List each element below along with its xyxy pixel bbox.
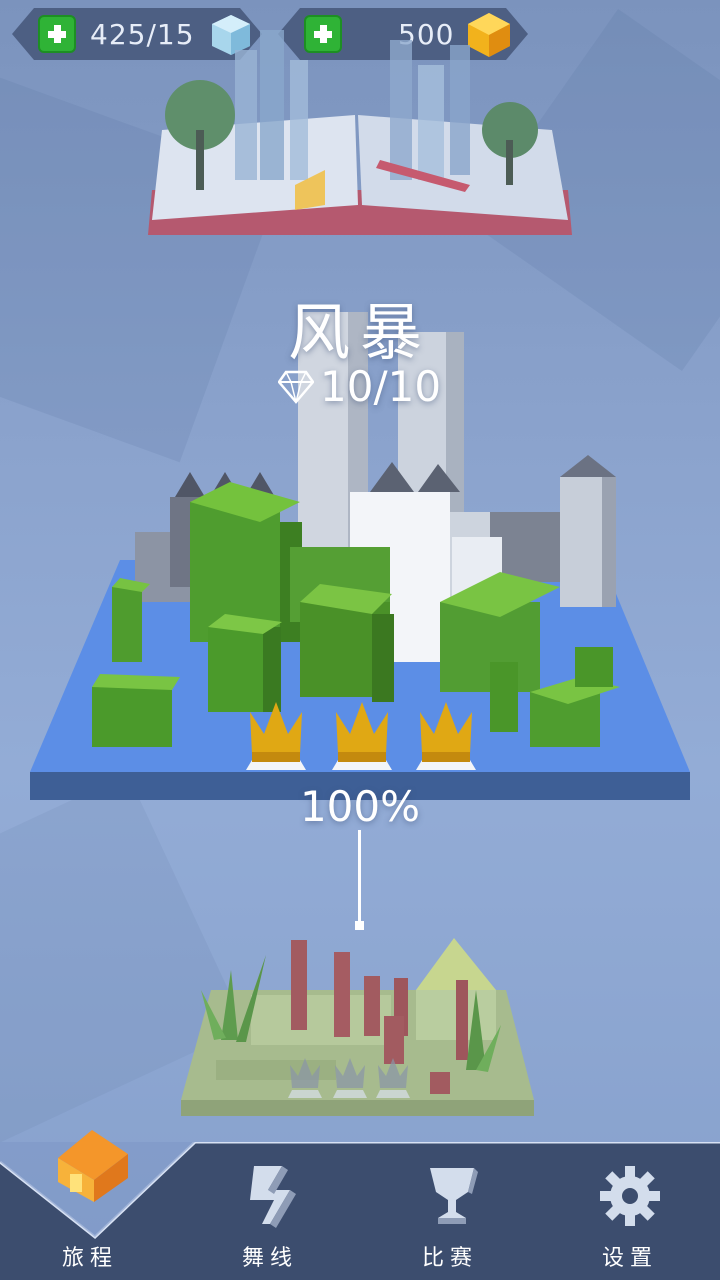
gem-count-text: 10/10 xyxy=(320,362,442,411)
nav-item-settings[interactable]: 设置 xyxy=(540,1142,720,1280)
add-energy-button[interactable] xyxy=(38,15,76,53)
bottom-navigation: 旅程 舞线 比赛 设置 xyxy=(0,1130,720,1280)
crown-icon xyxy=(416,702,476,770)
level-title: 风暴 xyxy=(287,296,432,369)
nav-item-journey[interactable]: 旅程 xyxy=(0,1130,180,1280)
level-crowns xyxy=(246,702,476,770)
nav-label-competition: 比赛 xyxy=(421,1246,478,1271)
nav-label-journey: 旅程 xyxy=(61,1246,118,1271)
nav-item-competition[interactable]: 比赛 xyxy=(360,1142,540,1280)
dancing-line-icon xyxy=(250,1166,296,1228)
nav-label-settings: 设置 xyxy=(601,1246,658,1271)
level-progress: 100% xyxy=(299,782,421,831)
previous-level-book[interactable] xyxy=(140,20,580,270)
nav-label-dancing-line: 舞线 xyxy=(241,1246,298,1271)
path-node xyxy=(355,921,364,930)
house-icon xyxy=(58,1130,128,1202)
gear-icon xyxy=(600,1166,660,1226)
gem-counter: 10/10 xyxy=(278,362,441,411)
crown-icon xyxy=(332,702,392,770)
diamond-icon xyxy=(278,370,314,404)
crown-icon xyxy=(246,702,306,770)
trophy-icon xyxy=(430,1168,478,1224)
nav-item-dancing-line[interactable]: 舞线 xyxy=(180,1142,360,1280)
next-level-island[interactable] xyxy=(176,930,546,1130)
